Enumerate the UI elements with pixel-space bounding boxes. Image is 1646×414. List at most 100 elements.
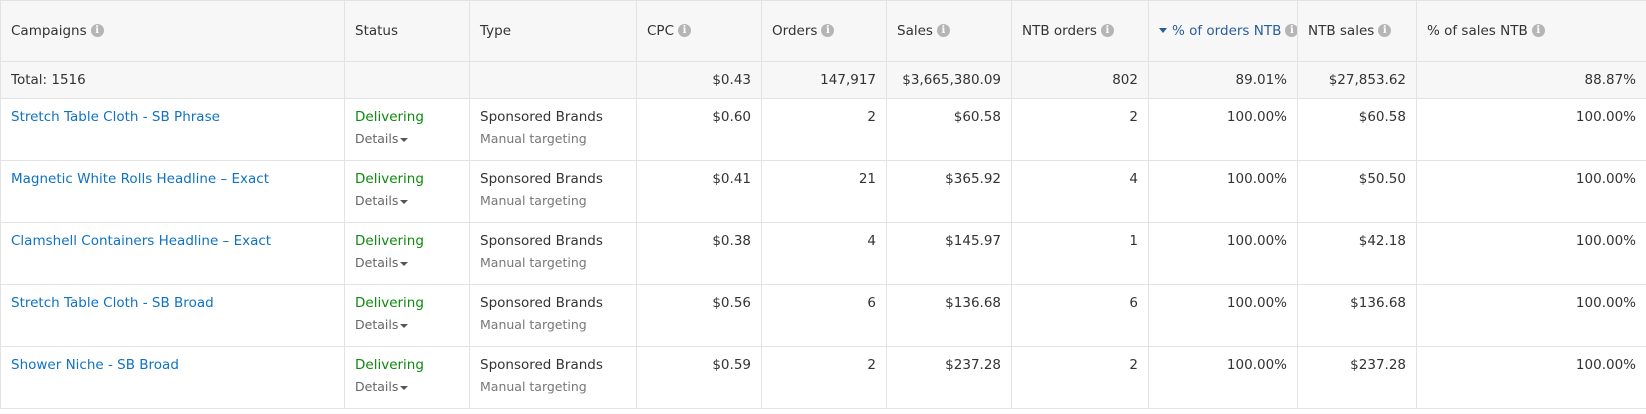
caret-down-icon	[400, 261, 409, 266]
pct-orders-ntb-cell: 100.00%	[1148, 284, 1298, 347]
campaign-link[interactable]: Shower Niche - SB Broad	[11, 357, 179, 373]
campaign-type: Sponsored Brands	[480, 295, 603, 311]
campaign-type: Sponsored Brands	[480, 109, 603, 125]
total-pct-orders-ntb: 89.01%	[1148, 61, 1298, 99]
column-header-orders[interactable]: Orders i	[761, 0, 887, 62]
status-cell: Delivering Details	[344, 98, 470, 161]
column-header-label: NTB orders	[1022, 23, 1097, 39]
info-icon[interactable]: i	[936, 23, 950, 37]
sales-cell: $60.58	[886, 98, 1012, 161]
sales-cell: $145.97	[886, 222, 1012, 285]
campaign-type: Sponsored Brands	[480, 233, 603, 249]
orders-cell: 21	[761, 160, 887, 223]
status-text: Delivering	[355, 109, 424, 125]
column-header-ntb-sales[interactable]: NTB sales i	[1297, 0, 1417, 62]
ntb-sales-cell: $42.18	[1297, 222, 1417, 285]
info-icon[interactable]: i	[1531, 23, 1545, 37]
caret-down-icon	[400, 199, 409, 204]
targeting-type: Manual targeting	[480, 379, 587, 394]
column-header-pct-orders-ntb[interactable]: % of orders NTB i	[1148, 0, 1298, 62]
details-label: Details	[355, 379, 399, 394]
total-orders: 147,917	[761, 61, 887, 99]
cpc-cell: $0.41	[636, 160, 762, 223]
campaign-cell: Stretch Table Cloth - SB Broad	[0, 284, 345, 347]
column-header-label: % of sales NTB	[1427, 23, 1528, 39]
table-row: Stretch Table Cloth - SB Phrase Deliveri…	[0, 98, 1646, 161]
orders-cell: 2	[761, 98, 887, 161]
cpc-cell: $0.59	[636, 346, 762, 409]
ntb-sales-cell: $50.50	[1297, 160, 1417, 223]
table-row: Shower Niche - SB Broad Delivering Detai…	[0, 346, 1646, 409]
campaign-type: Sponsored Brands	[480, 357, 603, 373]
targeting-type: Manual targeting	[480, 131, 587, 146]
ntb-sales-cell: $136.68	[1297, 284, 1417, 347]
cpc-cell: $0.56	[636, 284, 762, 347]
pct-sales-ntb-cell: 100.00%	[1416, 284, 1646, 347]
details-label: Details	[355, 317, 399, 332]
campaign-type: Sponsored Brands	[480, 171, 603, 187]
details-dropdown[interactable]: Details	[355, 317, 409, 332]
info-icon[interactable]: i	[1285, 23, 1297, 37]
column-header-ntb-orders[interactable]: NTB orders i	[1011, 0, 1149, 62]
info-icon[interactable]: i	[90, 23, 104, 37]
details-label: Details	[355, 131, 399, 146]
column-header-campaigns[interactable]: Campaigns i	[0, 0, 345, 62]
total-row: Total: 1516 $0.43 147,917 $3,665,380.09 …	[0, 61, 1646, 99]
type-cell: Sponsored Brands Manual targeting	[469, 284, 637, 347]
pct-orders-ntb-cell: 100.00%	[1148, 346, 1298, 409]
column-header-sales[interactable]: Sales i	[886, 0, 1012, 62]
column-header-label: Sales	[897, 23, 933, 39]
sales-cell: $136.68	[886, 284, 1012, 347]
pct-orders-ntb-cell: 100.00%	[1148, 98, 1298, 161]
column-header-type[interactable]: Type	[469, 0, 637, 62]
pct-orders-ntb-cell: 100.00%	[1148, 160, 1298, 223]
column-header-status[interactable]: Status	[344, 0, 470, 62]
type-cell: Sponsored Brands Manual targeting	[469, 160, 637, 223]
sort-descending-icon	[1159, 27, 1167, 33]
ntb-orders-cell: 2	[1011, 98, 1149, 161]
type-cell: Sponsored Brands Manual targeting	[469, 222, 637, 285]
campaign-link[interactable]: Stretch Table Cloth - SB Phrase	[11, 109, 220, 125]
details-dropdown[interactable]: Details	[355, 131, 409, 146]
details-dropdown[interactable]: Details	[355, 193, 409, 208]
status-cell: Delivering Details	[344, 222, 470, 285]
column-header-label: NTB sales	[1308, 23, 1375, 39]
campaign-cell: Stretch Table Cloth - SB Phrase	[0, 98, 345, 161]
info-icon[interactable]: i	[1378, 23, 1392, 37]
sales-cell: $237.28	[886, 346, 1012, 409]
orders-cell: 6	[761, 284, 887, 347]
pct-sales-ntb-cell: 100.00%	[1416, 98, 1646, 161]
campaign-link[interactable]: Magnetic White Rolls Headline – Exact	[11, 171, 269, 187]
total-cpc: $0.43	[636, 61, 762, 99]
total-ntb-orders: 802	[1011, 61, 1149, 99]
campaigns-table-view: Campaigns i Status Type CPC i Orders i Sale…	[0, 0, 1646, 414]
status-cell: Delivering Details	[344, 346, 470, 409]
pct-orders-ntb-cell: 100.00%	[1148, 222, 1298, 285]
targeting-type: Manual targeting	[480, 193, 587, 208]
details-dropdown[interactable]: Details	[355, 379, 409, 394]
type-cell: Sponsored Brands Manual targeting	[469, 98, 637, 161]
table-row: Magnetic White Rolls Headline – Exact De…	[0, 160, 1646, 223]
campaign-link[interactable]: Stretch Table Cloth - SB Broad	[11, 295, 214, 311]
status-cell: Delivering Details	[344, 284, 470, 347]
info-icon[interactable]: i	[821, 23, 835, 37]
ntb-sales-cell: $237.28	[1297, 346, 1417, 409]
status-cell: Delivering Details	[344, 160, 470, 223]
campaign-link[interactable]: Clamshell Containers Headline – Exact	[11, 233, 271, 249]
details-label: Details	[355, 255, 399, 270]
total-label: Total: 1516	[0, 61, 345, 99]
column-header-label: Campaigns	[11, 23, 87, 39]
campaign-cell: Shower Niche - SB Broad	[0, 346, 345, 409]
column-header-cpc[interactable]: CPC i	[636, 0, 762, 62]
caret-down-icon	[400, 137, 409, 142]
column-header-label: Orders	[772, 23, 818, 39]
campaign-cell: Magnetic White Rolls Headline – Exact	[0, 160, 345, 223]
column-header-label: Type	[480, 23, 512, 39]
total-type-cell	[469, 61, 637, 99]
info-icon[interactable]: i	[1100, 23, 1114, 37]
table-header-row: Campaigns i Status Type CPC i Orders i Sale…	[0, 0, 1646, 62]
column-header-pct-sales-ntb[interactable]: % of sales NTB i	[1416, 0, 1646, 62]
details-dropdown[interactable]: Details	[355, 255, 409, 270]
info-icon[interactable]: i	[678, 23, 691, 37]
column-header-label: Status	[355, 23, 399, 39]
